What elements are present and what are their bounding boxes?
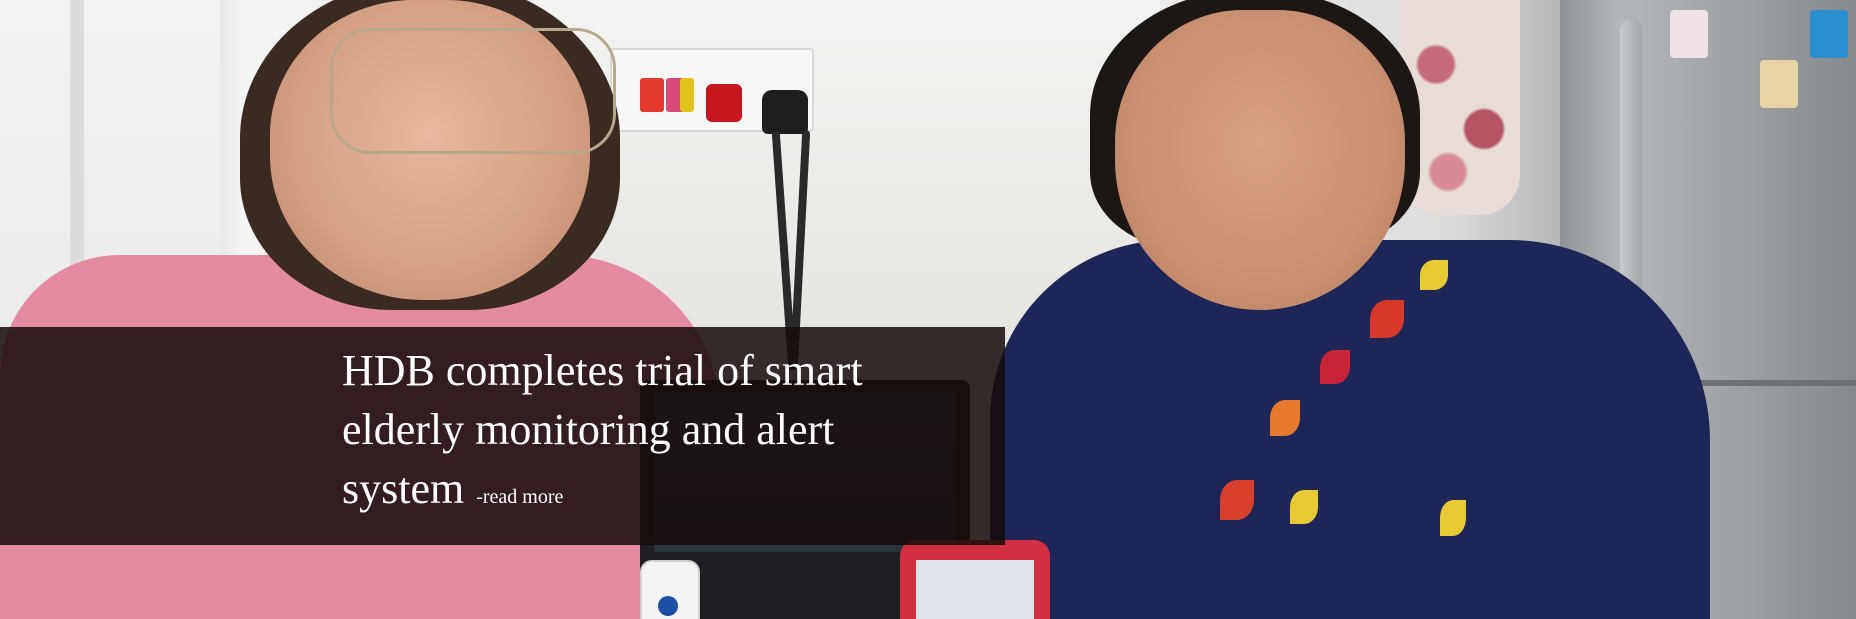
- socket-switch: [640, 78, 664, 112]
- hero-banner[interactable]: HDB completes trial of smart elderly mon…: [0, 0, 1856, 619]
- leaf-embroidery: [1290, 490, 1318, 524]
- pendant-button: [658, 596, 678, 616]
- eyeglasses: [330, 28, 616, 154]
- leaf-embroidery: [1420, 260, 1448, 290]
- leaf-embroidery: [1320, 350, 1350, 384]
- door-frame: [70, 0, 84, 300]
- fridge-magnet: [1810, 10, 1848, 58]
- headline-text: HDB completes trial of smart elderly mon…: [342, 346, 863, 513]
- leaf-embroidery: [1270, 400, 1300, 436]
- fridge-magnet: [1670, 10, 1708, 58]
- leaf-embroidery: [1440, 500, 1466, 536]
- woman-right-face: [1115, 10, 1405, 310]
- black-plug: [762, 90, 808, 134]
- socket-switch: [680, 78, 694, 112]
- alert-pendant: [640, 560, 700, 619]
- read-more-link[interactable]: -read more: [476, 486, 563, 508]
- fridge-magnet: [1760, 60, 1798, 108]
- red-plug: [706, 84, 742, 122]
- woman-right-shirt: [990, 240, 1710, 619]
- leaf-embroidery: [1220, 480, 1254, 520]
- phone-display: [916, 560, 1034, 619]
- mobile-phone: [900, 540, 1050, 619]
- headline: HDB completes trial of smart elderly mon…: [342, 341, 982, 527]
- leaf-embroidery: [1370, 300, 1404, 338]
- caption-overlay: HDB completes trial of smart elderly mon…: [0, 327, 1005, 545]
